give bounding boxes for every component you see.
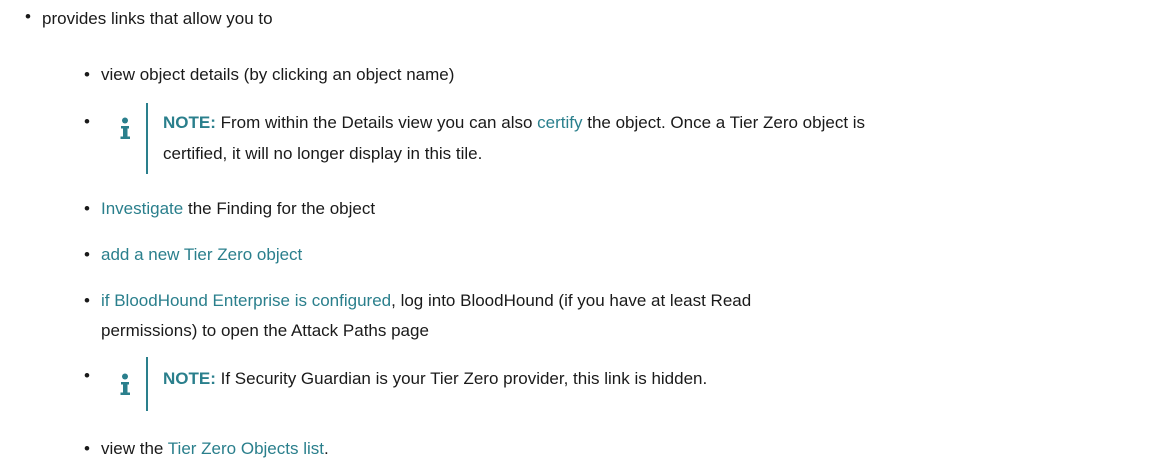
- bullet-dot: •: [84, 245, 90, 264]
- list-item-add-object: add a new Tier Zero object: [101, 242, 302, 268]
- note-text: From within the Details view you can als…: [220, 113, 533, 132]
- tier-zero-objects-list-link[interactable]: Tier Zero Objects list: [168, 439, 324, 458]
- list-item-text: view object details (by clicking an obje…: [101, 65, 455, 84]
- list-item-bloodhound-line-2: permissions) to open the Attack Paths pa…: [101, 318, 429, 344]
- note-label: NOTE:: [163, 113, 216, 132]
- bullet-dot: •: [84, 439, 90, 458]
- bloodhound-configured-link[interactable]: if BloodHound Enterprise is configured: [101, 291, 391, 310]
- bullet-dot: •: [84, 291, 90, 310]
- list-item-text: provides links that allow you to: [42, 9, 273, 28]
- info-icon: [120, 373, 130, 395]
- bullet-dot-top: •: [25, 7, 31, 26]
- list-item-investigate: Investigate the Finding for the object: [101, 196, 375, 222]
- list-item-provides-links: provides links that allow you to: [42, 6, 273, 32]
- note-divider: [146, 357, 148, 411]
- list-item-objects-list: view the Tier Zero Objects list.: [101, 436, 329, 462]
- bullet-dot: •: [84, 112, 90, 131]
- add-tier-zero-object-link[interactable]: add a new Tier Zero object: [101, 245, 302, 264]
- bullet-dot: •: [84, 65, 90, 84]
- note-divider: [146, 103, 148, 174]
- bullet-dot: •: [84, 199, 90, 218]
- list-item-text: view the: [101, 439, 164, 458]
- bullet-dot: •: [84, 366, 90, 385]
- list-item-text: permissions) to open the Attack Paths pa…: [101, 321, 429, 340]
- note-line-2: certified, it will no longer display in …: [163, 141, 482, 167]
- note-line-1: NOTE: From within the Details view you c…: [163, 110, 865, 136]
- list-item-text: the Finding for the object: [187, 199, 376, 218]
- note-text: the object. Once a Tier Zero object is: [587, 113, 866, 132]
- investigate-link[interactable]: Investigate: [101, 199, 183, 218]
- certify-link[interactable]: certify: [537, 113, 582, 132]
- info-icon: [120, 117, 130, 139]
- list-item-text: .: [323, 439, 329, 458]
- note-line-1: NOTE: If Security Guardian is your Tier …: [163, 366, 707, 392]
- list-item-text: , log into BloodHound (if you have at le…: [391, 291, 752, 310]
- list-item-view-details: view object details (by clicking an obje…: [101, 62, 454, 88]
- list-item-bloodhound: if BloodHound Enterprise is configured, …: [101, 288, 751, 314]
- note-text: certified, it will no longer display in …: [163, 144, 483, 163]
- note-label: NOTE:: [163, 369, 216, 388]
- note-text: If Security Guardian is your Tier Zero p…: [220, 369, 708, 388]
